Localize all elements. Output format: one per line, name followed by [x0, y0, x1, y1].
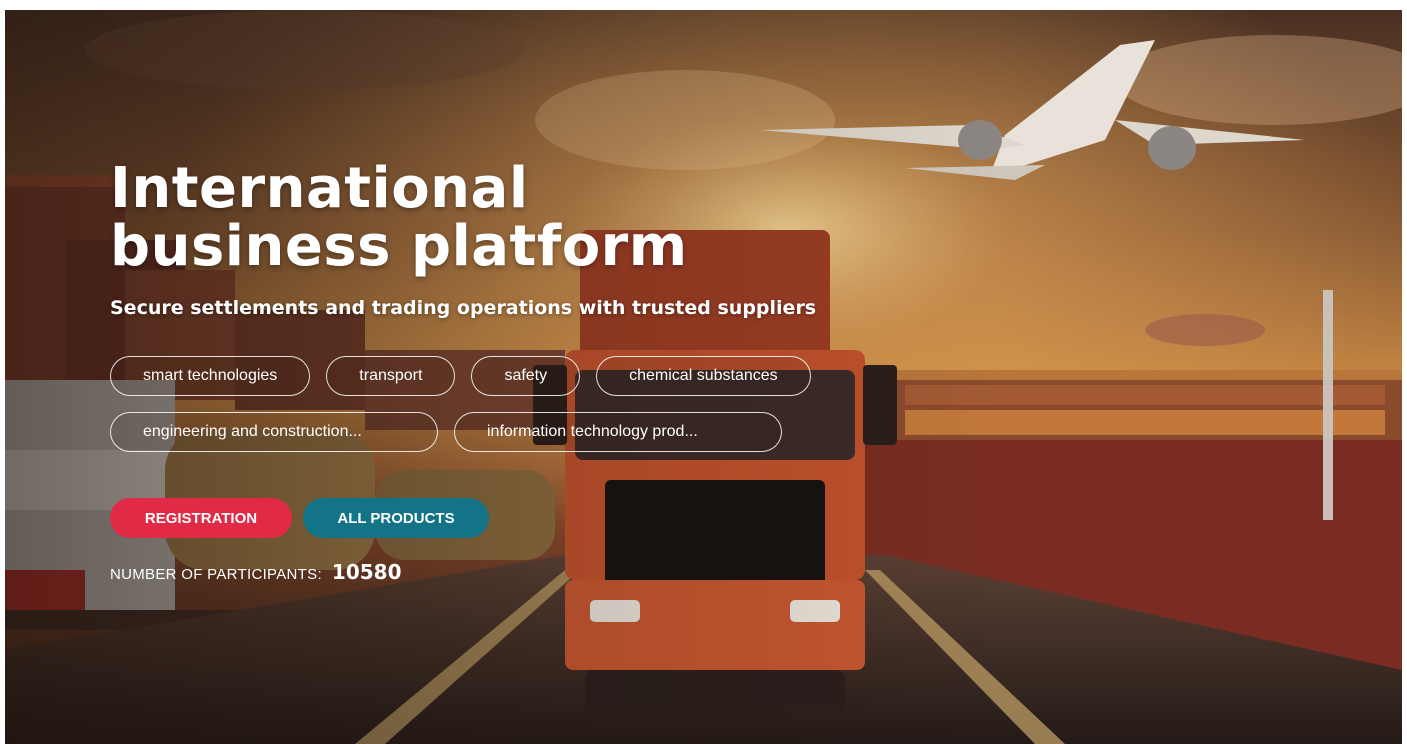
- all-products-button[interactable]: ALL PRODUCTS: [303, 498, 489, 538]
- tag-smart-technologies[interactable]: smart technologies: [110, 356, 311, 396]
- registration-button[interactable]: REGISTRATION: [110, 498, 292, 538]
- page-title-line-1: International: [110, 156, 529, 221]
- hero-actions: REGISTRATION ALL PRODUCTS: [110, 498, 910, 538]
- participants-counter: NUMBER OF PARTICIPANTS: 10580: [110, 560, 910, 584]
- hero-content: International business platform Secure s…: [110, 160, 910, 584]
- tag-engineering-and-construction[interactable]: engineering and construction...: [110, 412, 438, 452]
- page-title-line-2: business platform: [110, 214, 688, 279]
- tag-safety[interactable]: safety: [471, 356, 581, 396]
- tag-chemical-substances[interactable]: chemical substances: [596, 356, 811, 396]
- page-title: International business platform: [110, 160, 910, 276]
- participants-count: 10580: [331, 560, 402, 584]
- hero-banner: International business platform Secure s…: [5, 10, 1402, 744]
- tag-information-technology[interactable]: information technology prod...: [454, 412, 782, 452]
- category-tags: smart technologies transport safety chem…: [110, 356, 910, 452]
- page-subtitle: Secure settlements and trading operation…: [110, 297, 817, 319]
- tag-transport[interactable]: transport: [326, 356, 456, 396]
- participants-label: NUMBER OF PARTICIPANTS:: [110, 566, 322, 583]
